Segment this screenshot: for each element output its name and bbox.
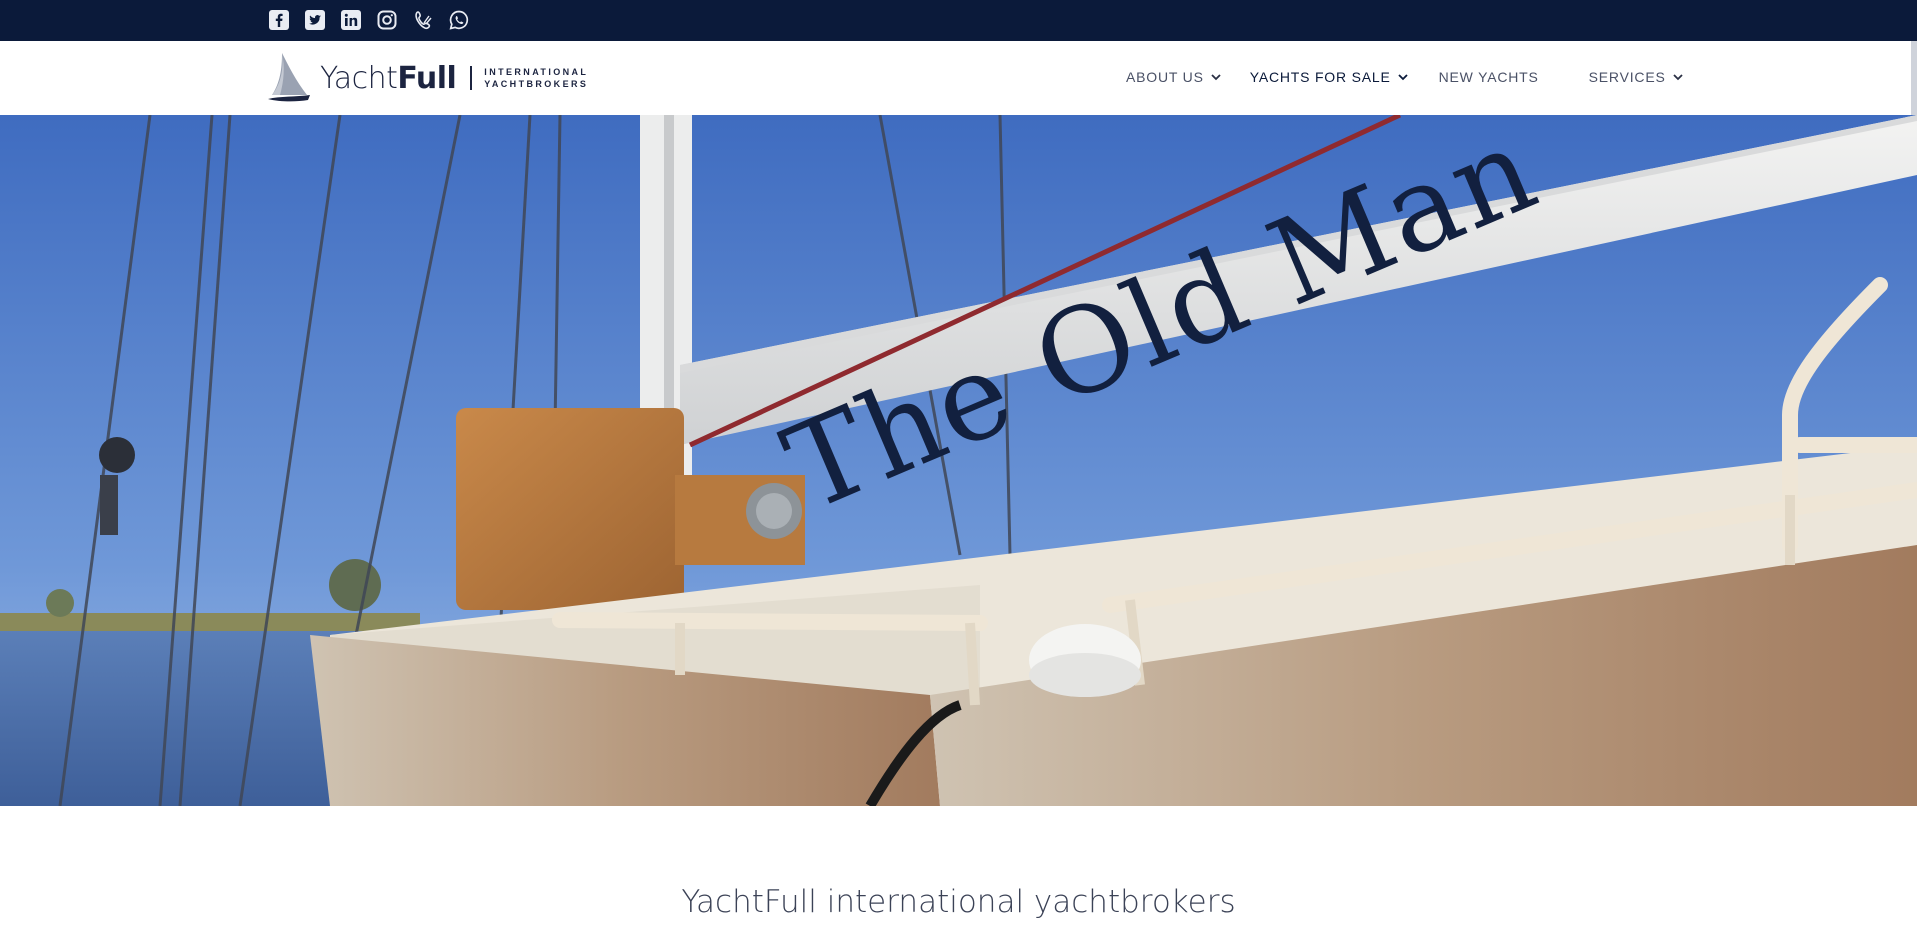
chevron-down-icon	[1397, 74, 1408, 81]
hero-image: The Old Man	[0, 115, 1917, 806]
whatsapp-icon[interactable]	[448, 9, 470, 31]
nav-services[interactable]: SERVICES	[1589, 69, 1684, 85]
logo-wordmark: YachtFull	[320, 60, 457, 96]
logo-tagline: INTERNATIONAL YACHTBROKERS	[484, 66, 588, 90]
nav-yachts-for-sale-label: YACHTS FOR SALE	[1249, 69, 1391, 85]
site-logo[interactable]: YachtFull INTERNATIONAL YACHTBROKERS	[266, 51, 588, 105]
instagram-icon[interactable]	[376, 9, 398, 31]
logo-tagline-1: INTERNATIONAL	[484, 67, 589, 77]
social-bar	[0, 0, 1917, 41]
logo-word-bold: Full	[397, 60, 457, 96]
linkedin-icon[interactable]	[340, 9, 362, 31]
facebook-icon[interactable]	[268, 9, 290, 31]
main-nav: ABOUT US YACHTS FOR SALE NEW YACHTS SERV…	[1126, 69, 1684, 85]
chevron-down-icon	[1211, 74, 1221, 81]
site-header: YachtFull INTERNATIONAL YACHTBROKERS ABO…	[0, 41, 1917, 116]
nav-about-us-label: ABOUT US	[1126, 69, 1204, 85]
page-scrollbar[interactable]	[1911, 41, 1917, 115]
chevron-down-icon	[1672, 74, 1683, 81]
logo-tagline-2: YACHTBROKERS	[484, 79, 589, 89]
intro-heading: YachtFull international yachtbrokers	[681, 884, 1236, 920]
phone-icon[interactable]	[412, 9, 434, 31]
nav-yachts-for-sale[interactable]: YACHTS FOR SALE	[1250, 69, 1409, 85]
social-links	[268, 9, 470, 31]
nav-new-yachts-label: NEW YACHTS	[1438, 69, 1539, 85]
sail-logo-icon	[268, 53, 310, 102]
twitter-icon[interactable]	[304, 9, 326, 31]
logo-word-light: Yacht	[320, 60, 398, 96]
nav-new-yachts[interactable]: NEW YACHTS	[1439, 69, 1539, 85]
nav-services-label: SERVICES	[1588, 69, 1666, 85]
logo-divider	[470, 66, 473, 90]
nav-about-us[interactable]: ABOUT US	[1126, 69, 1222, 85]
